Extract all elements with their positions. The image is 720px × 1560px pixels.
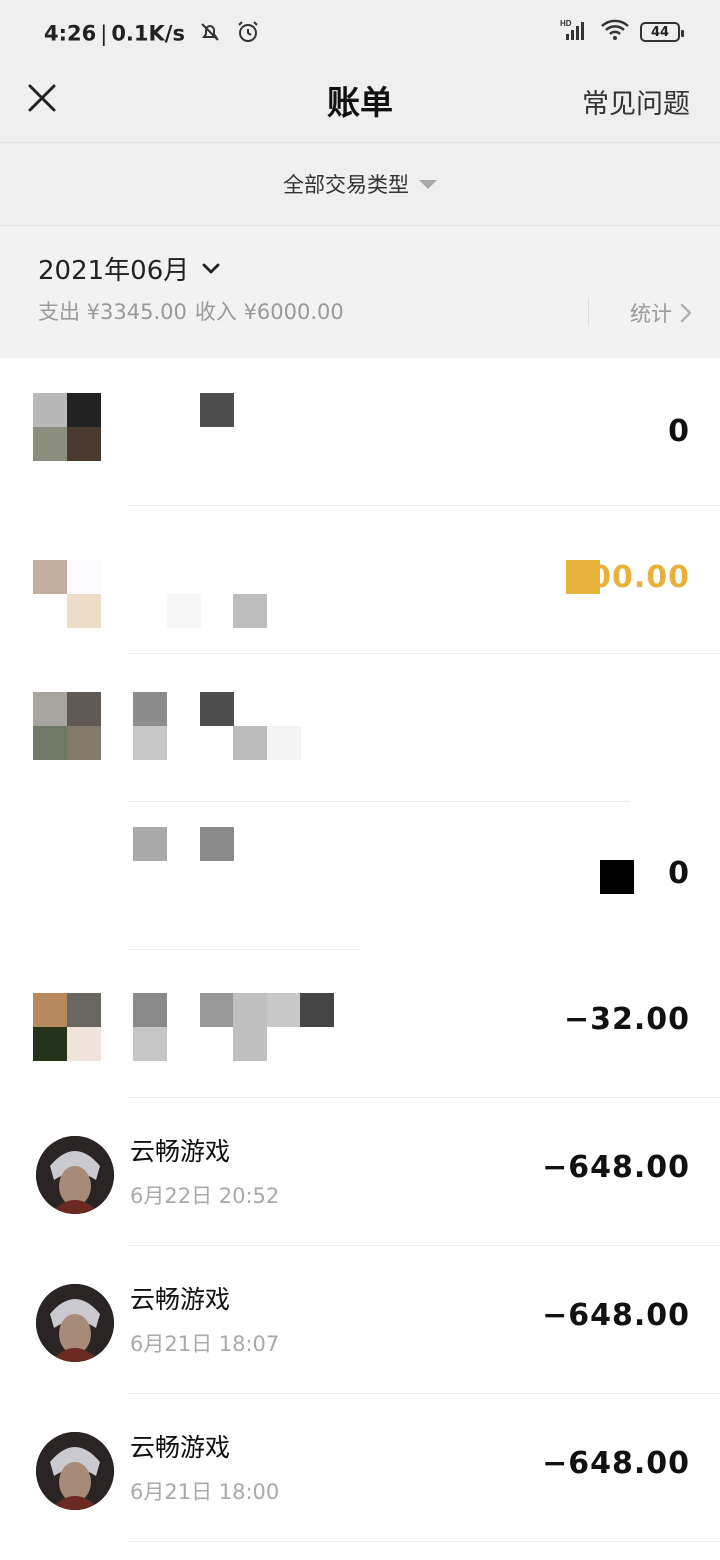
transaction-row[interactable] [0,654,720,802]
transaction-time: 6月21日 18:07 [130,1332,280,1356]
merchant-name: 云畅游戏 [130,1285,231,1314]
transaction-type-filter[interactable]: 全部交易类型 [283,169,437,199]
transaction-amount: −648.00 [542,1150,690,1185]
dropdown-triangle-icon [419,179,437,189]
transaction-row[interactable]: 云畅游戏 6月21日 18:07 −648.00 [0,1246,720,1394]
svg-text:HD: HD [560,19,572,28]
stats-label: 统计 [630,302,672,326]
transaction-amount: −648.00 [542,1298,690,1333]
transaction-row[interactable]: 0 [0,802,720,950]
avatar [36,1432,114,1510]
avatar [36,1284,114,1362]
transaction-amount: 000.00 [568,560,690,595]
status-right: HD 44 [560,18,684,46]
status-left: 4:26 | 0.1K/s [44,20,260,49]
alarm-icon [236,20,260,49]
filter-label: 全部交易类型 [283,173,409,197]
month-section: 2021年06月 支出 ¥3345.00 收入 ¥6000.00 统计 [0,226,720,358]
divider [588,298,589,326]
chevron-down-icon [202,263,220,273]
transaction-amount: −648.00 [542,1446,690,1481]
battery-icon: 44 [640,22,684,42]
filter-bar: 全部交易类型 [0,142,720,226]
status-bar: 4:26 | 0.1K/s HD 44 [0,0,720,54]
chevron-right-icon [680,303,692,323]
battery-level: 44 [650,24,670,40]
month-picker[interactable]: 2021年06月 [38,250,221,287]
transaction-time: 6月22日 20:52 [130,1184,280,1208]
transaction-time: 6月21日 18:00 [130,1480,280,1504]
transaction-amount: −32.00 [563,1002,690,1037]
transaction-amount: 0 [668,414,690,449]
network-speed: 0.1K/s [111,21,185,46]
merchant-name: 云畅游戏 [130,1433,231,1462]
status-time: 4:26 [44,21,97,46]
transaction-row[interactable]: 000.00 [0,506,720,654]
stats-link[interactable]: 统计 [630,298,692,328]
transaction-row[interactable]: 云畅游戏 6月22日 20:52 −648.00 [0,1098,720,1246]
month-label: 2021年06月 [38,256,190,286]
income-total: 收入 ¥6000.00 [194,300,344,324]
transaction-row[interactable]: −32.00 [0,950,720,1098]
merchant-name: 云畅游戏 [130,1137,231,1166]
transaction-row[interactable]: 云畅游戏 6月21日 18:00 −648.00 [0,1394,720,1542]
avatar [36,1136,114,1214]
wifi-icon [600,18,630,46]
transaction-amount: 0 [668,856,690,891]
expense-total: 支出 ¥3345.00 [38,300,187,324]
transaction-row[interactable]: 0 [0,358,720,506]
row-divider [128,1541,720,1542]
signal-icon: HD [560,18,590,46]
faq-link[interactable]: 常见问题 [582,82,690,121]
month-summary: 支出 ¥3345.00 收入 ¥6000.00 [38,296,352,326]
mute-bell-icon [198,20,222,49]
title-bar: 账单 常见问题 [0,54,720,142]
